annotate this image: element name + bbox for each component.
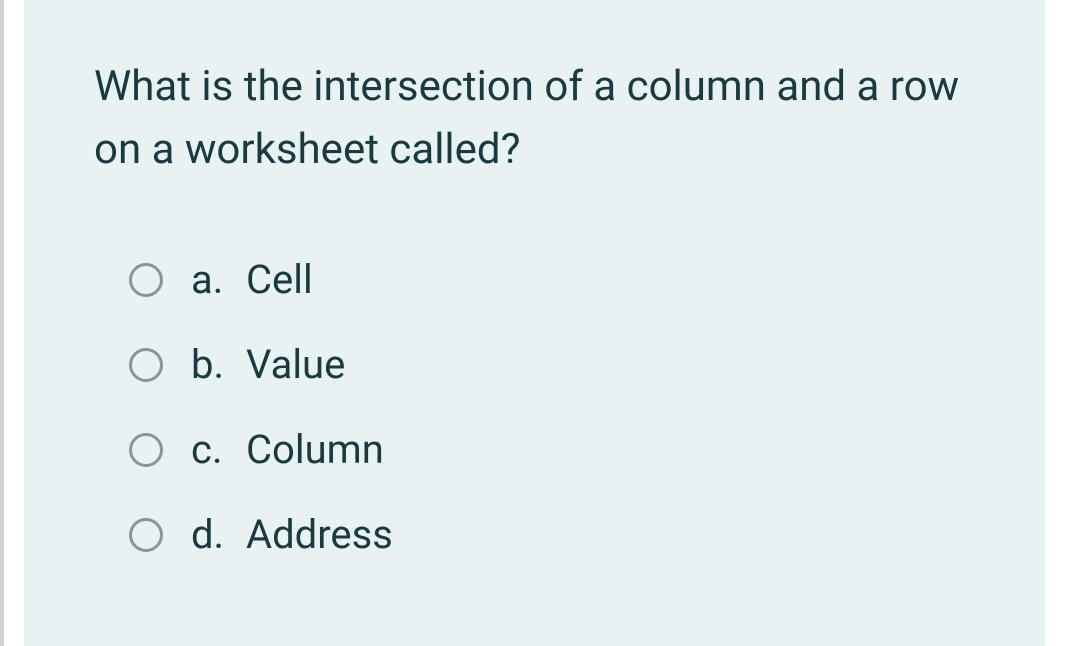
option-label: Cell <box>246 256 313 303</box>
option-d[interactable]: d. Address <box>129 511 975 558</box>
radio-icon <box>129 518 163 552</box>
option-b[interactable]: b. Value <box>129 341 975 388</box>
option-c[interactable]: c. Column <box>129 426 975 473</box>
option-label: Value <box>246 341 345 388</box>
radio-icon <box>129 433 163 467</box>
option-letter: c. <box>191 426 246 473</box>
options-list: a. Cell b. Value c. Column d. Address <box>94 256 975 558</box>
option-letter: a. <box>191 256 246 303</box>
option-label: Address <box>246 511 393 558</box>
question-card: What is the intersection of a column and… <box>24 0 1045 646</box>
radio-icon <box>129 348 163 382</box>
radio-icon <box>129 263 163 297</box>
option-letter: b. <box>191 341 246 388</box>
option-a[interactable]: a. Cell <box>129 256 975 303</box>
left-border-line <box>0 0 4 646</box>
question-prompt: What is the intersection of a column and… <box>94 55 975 181</box>
option-label: Column <box>246 426 384 473</box>
option-letter: d. <box>191 511 246 558</box>
